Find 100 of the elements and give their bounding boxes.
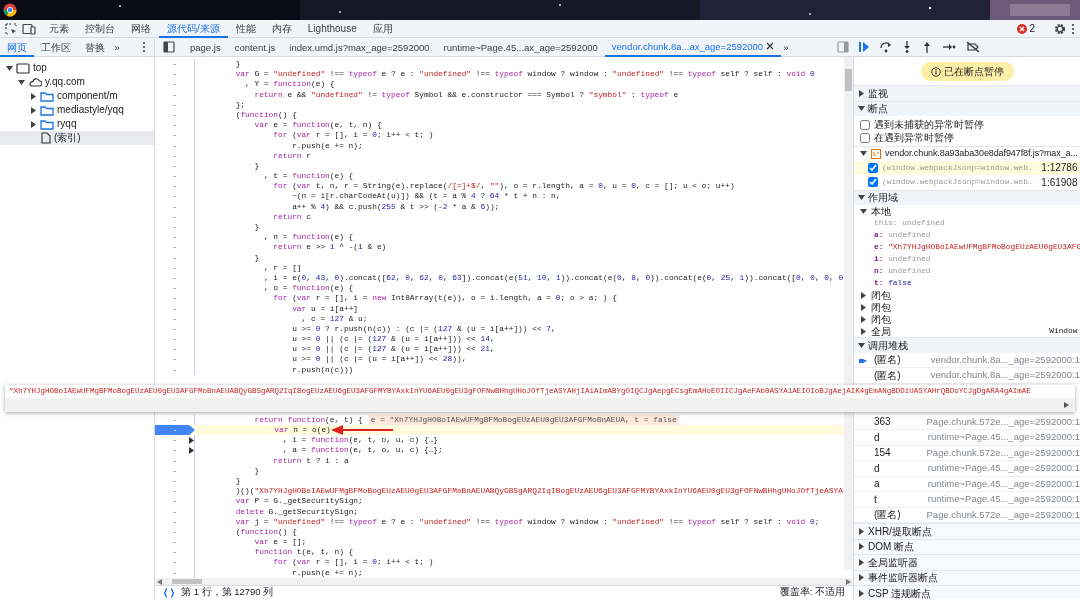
stack-frame[interactable]: (匿名) vendor.chunk.8a..._age=2592000:1 <box>854 352 1080 368</box>
coverage-text: 覆盖率: 不适用 <box>779 585 845 600</box>
stack-frame[interactable]: d runtime~Page.45..._age=2592000:1 <box>854 461 1080 477</box>
checkbox[interactable] <box>860 119 870 130</box>
stack-frame[interactable]: a runtime~Page.45..._age=2592000:1 <box>854 476 1080 492</box>
more-icon[interactable] <box>142 41 146 53</box>
collapsed-arrow-icon[interactable] <box>860 291 867 299</box>
tree-item[interactable]: mediastyle/yqq <box>0 103 154 117</box>
folder-icon <box>40 104 54 116</box>
script-file-icon <box>871 148 881 159</box>
format-icon[interactable] <box>163 587 175 598</box>
collapsed-arrow-icon[interactable] <box>858 589 865 597</box>
panel-tab[interactable]: 网络 <box>123 19 159 38</box>
file-tab[interactable]: index.umd.js?max_age=2592000 <box>282 37 437 57</box>
expanded-arrow-icon[interactable] <box>860 207 867 215</box>
settings-icon[interactable] <box>1054 22 1066 35</box>
cursor-position: 第 1 行，第 12790 列 <box>181 585 274 600</box>
scrollbar-thumb[interactable] <box>172 579 202 584</box>
expanded-arrow-icon[interactable] <box>858 194 865 202</box>
navigator-tab[interactable]: 工作区 <box>34 37 78 57</box>
section-header[interactable]: XHR/提取断点 <box>854 523 1080 539</box>
step-icon[interactable] <box>942 41 956 53</box>
file-tab[interactable]: runtime~Page.45...ax_age=2592000 <box>436 37 605 57</box>
scope-group[interactable]: 闭包 <box>854 313 1080 325</box>
collapsed-arrow-icon[interactable] <box>30 120 37 128</box>
scope-group[interactable]: 闭包 <box>854 289 1080 301</box>
cloud-icon <box>28 77 42 87</box>
scope-group[interactable]: 闭包 <box>854 301 1080 313</box>
folder-icon <box>40 118 54 130</box>
scroll-right-icon[interactable] <box>1064 402 1069 408</box>
panel-tab[interactable]: 元素 <box>41 19 77 38</box>
collapsed-arrow-icon[interactable] <box>858 543 865 551</box>
error-count[interactable]: 2 <box>1029 21 1035 36</box>
step-into-icon[interactable] <box>902 41 912 53</box>
panel-tab[interactable]: 应用 <box>364 19 401 38</box>
expanded-arrow-icon[interactable] <box>6 64 13 72</box>
section-header[interactable]: 调用堆栈 <box>854 337 1080 353</box>
deactivate-breakpoints-icon[interactable] <box>966 41 980 53</box>
annotation-arrow <box>331 425 393 435</box>
stack-frame[interactable]: (匿名) vendor.chunk.8a..._age=2592000:1 <box>854 368 1080 384</box>
device-icon[interactable] <box>22 22 36 35</box>
more-tabs-button[interactable]: » <box>780 37 791 57</box>
checkbox[interactable] <box>868 177 878 188</box>
expanded-arrow-icon[interactable] <box>858 105 865 113</box>
section-header[interactable]: 监视 <box>854 85 1080 101</box>
expanded-arrow-icon[interactable] <box>858 341 865 349</box>
section-header[interactable]: 全局监听器 <box>854 554 1080 570</box>
sidebar-toggle-icon[interactable] <box>163 41 175 53</box>
file-tab[interactable]: vendor.chunk.8a...ax_age=2592000 <box>604 37 781 57</box>
panel-tab[interactable]: 性能 <box>227 19 264 38</box>
step-out-icon[interactable] <box>922 41 932 53</box>
file-tab[interactable]: content.js <box>227 37 283 57</box>
panel-tab[interactable]: Lighthouse <box>299 19 365 38</box>
scroll-left-icon[interactable] <box>157 578 162 585</box>
checkbox[interactable] <box>868 162 878 173</box>
more-tabs-button[interactable]: » <box>112 37 123 57</box>
stack-frame[interactable]: t runtime~Page.45..._age=2592000:1 <box>854 492 1080 508</box>
expanded-arrow-icon[interactable] <box>860 150 867 158</box>
navigator-tab[interactable]: 网页 <box>0 37 34 57</box>
info-icon <box>930 66 941 77</box>
stack-frame[interactable]: 363 Page.chunk.572e..._age=2592000:1 <box>854 414 1080 430</box>
expanded-arrow-icon[interactable] <box>18 78 25 86</box>
step-over-icon[interactable] <box>880 41 892 53</box>
sidebar-toggle-icon[interactable] <box>837 41 849 53</box>
collapsed-arrow-icon[interactable] <box>858 558 865 566</box>
tree-item[interactable]: y.qq.com <box>0 75 154 89</box>
section-header[interactable]: CSP 违规断点 <box>854 585 1080 599</box>
more-icon[interactable] <box>1071 22 1075 35</box>
tree-item[interactable]: top <box>0 61 154 75</box>
stack-frame[interactable]: 154 Page.chunk.572e..._age=2592000:1 <box>854 445 1080 461</box>
scroll-right-icon[interactable] <box>846 578 851 585</box>
file-icon <box>41 132 51 144</box>
section-header[interactable]: 作用域 <box>854 189 1080 205</box>
stack-frame[interactable]: d runtime~Page.45..._age=2592000:1 <box>854 430 1080 446</box>
tree-item[interactable]: ryqq <box>0 117 154 131</box>
collapsed-arrow-icon[interactable] <box>860 315 867 323</box>
inspect-icon[interactable] <box>5 22 17 35</box>
scope-group[interactable]: 本地 <box>854 205 1080 217</box>
panel-tab[interactable]: 内存 <box>263 19 300 38</box>
option-label: 遇到未捕获的异常时暂停 <box>874 118 984 132</box>
checkbox[interactable] <box>860 132 870 143</box>
navigator-tab[interactable]: 替换 <box>78 37 112 57</box>
paused-banner: 已在断点暂停 <box>920 62 1014 81</box>
tree-item[interactable]: component/m <box>0 89 154 103</box>
frame-icon <box>16 62 30 74</box>
collapsed-arrow-icon[interactable] <box>858 527 865 535</box>
tree-item[interactable]: (索引) <box>0 131 154 145</box>
collapsed-arrow-icon[interactable] <box>858 574 865 582</box>
resume-icon[interactable] <box>858 41 870 53</box>
collapsed-arrow-icon[interactable] <box>30 92 37 100</box>
collapsed-arrow-icon[interactable] <box>858 89 865 97</box>
collapsed-arrow-icon[interactable] <box>30 106 37 114</box>
error-icon[interactable] <box>1016 23 1027 34</box>
browser-icon[interactable] <box>3 3 17 17</box>
collapsed-arrow-icon[interactable] <box>860 303 867 311</box>
option-label: 在遇到异常时暂停 <box>874 131 954 145</box>
file-tab[interactable]: page.js <box>183 37 228 57</box>
panel-tab[interactable]: 控制台 <box>77 19 123 38</box>
collapsed-arrow-icon[interactable] <box>860 327 867 335</box>
close-icon[interactable] <box>765 42 774 50</box>
